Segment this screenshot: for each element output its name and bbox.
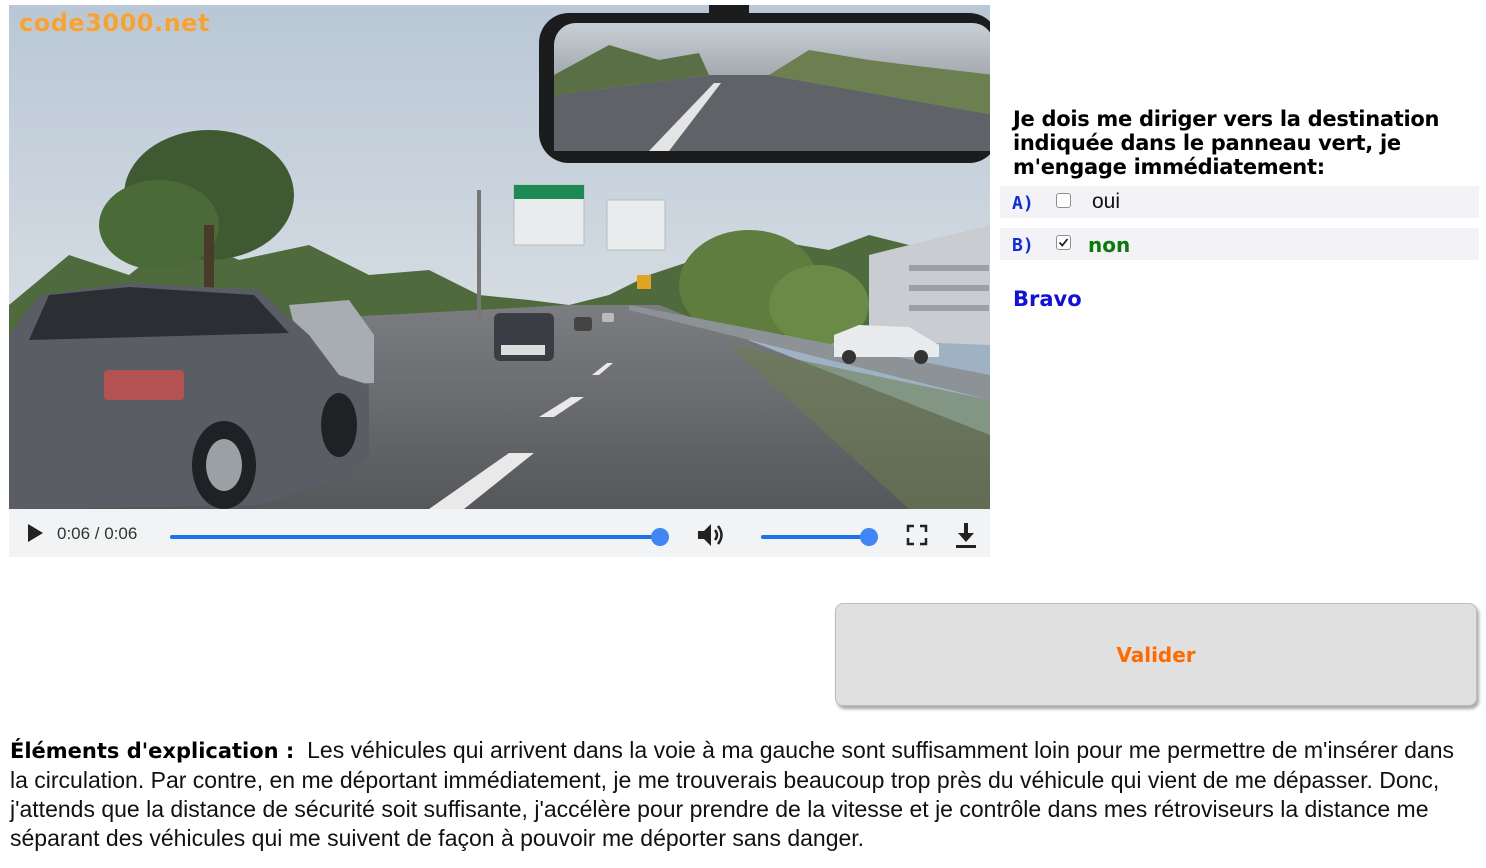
volume-slider[interactable] [761, 528, 878, 546]
mute-button[interactable] [695, 521, 727, 549]
answer-checkbox-b[interactable] [1056, 235, 1071, 250]
answer-option-a[interactable]: A) oui [1000, 186, 1479, 218]
explanation-block: Éléments d'explication : Les véhicules q… [10, 736, 1476, 853]
validate-button-label: Valider [1116, 642, 1196, 667]
download-icon [956, 523, 976, 548]
dashcam-scene [9, 5, 990, 509]
video-frame[interactable]: code3000.net [9, 5, 990, 509]
time-display: 0:06 / 0:06 [57, 524, 138, 543]
volume-icon [698, 524, 723, 546]
answer-checkbox-a[interactable] [1056, 193, 1071, 208]
play-icon [28, 524, 43, 542]
progress-bar[interactable] [170, 528, 669, 546]
volume-handle[interactable] [860, 528, 878, 546]
answer-letter: B) [1012, 235, 1034, 256]
answer-letter: A) [1012, 193, 1034, 214]
question-text: Je dois me diriger vers la destination i… [1013, 107, 1440, 179]
feedback-message: Bravo [1013, 287, 1082, 311]
play-button[interactable] [23, 521, 47, 545]
fullscreen-button[interactable] [905, 523, 929, 547]
video-player[interactable]: code3000.net 0:06 / 0:06 [9, 5, 990, 557]
answer-label: oui [1092, 190, 1121, 213]
download-button[interactable] [953, 521, 979, 549]
fullscreen-icon [906, 524, 928, 546]
validate-button[interactable]: Valider [835, 603, 1477, 706]
volume-fill [761, 535, 869, 539]
explanation-heading: Éléments d'explication : [10, 739, 295, 763]
progress-fill [170, 535, 660, 539]
progress-handle[interactable] [651, 528, 669, 546]
checkmark-icon [1058, 238, 1069, 247]
video-controls: 0:06 / 0:06 [9, 509, 990, 557]
video-watermark: code3000.net [19, 9, 210, 37]
answer-label-correct: non [1088, 233, 1131, 257]
answer-option-b[interactable]: B) non [1000, 228, 1479, 260]
